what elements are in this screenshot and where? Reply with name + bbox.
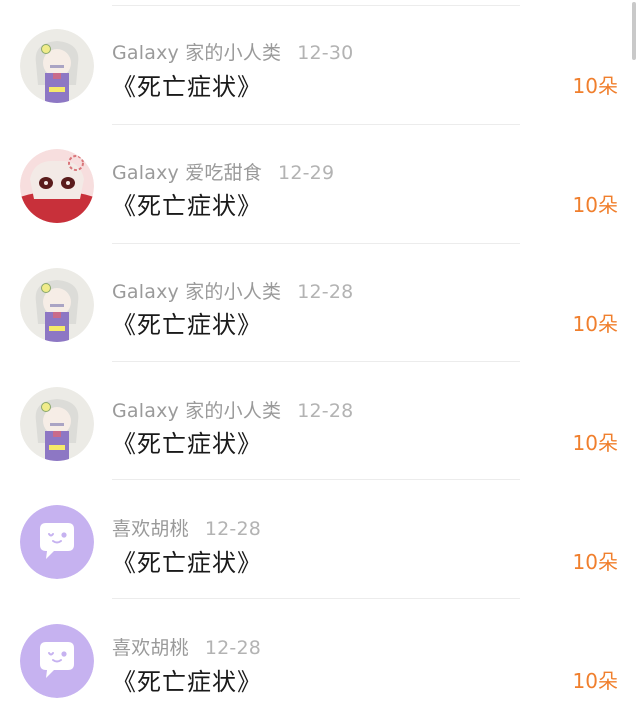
- sender-name[interactable]: Galaxy 家的小人类: [112, 281, 281, 303]
- list-item[interactable]: 喜欢胡桃 12-28 《死亡症状》 10朵: [0, 476, 640, 599]
- gift-amount: 10朵: [572, 74, 618, 98]
- sender-name[interactable]: Galaxy 家的小人类: [112, 400, 281, 422]
- girl-avatar[interactable]: [20, 387, 94, 461]
- sender-name[interactable]: 喜欢胡桃: [112, 518, 189, 540]
- work-title[interactable]: 《死亡症状》: [112, 424, 262, 459]
- gift-amount: 10朵: [572, 193, 618, 217]
- girl-avatar[interactable]: [20, 29, 94, 103]
- work-title[interactable]: 《死亡症状》: [112, 543, 262, 578]
- gift-date: 12-28: [204, 518, 262, 540]
- sender-meta: 喜欢胡桃 12-28: [112, 633, 261, 660]
- sweets-avatar[interactable]: [20, 149, 94, 223]
- gift-date: 12-28: [204, 637, 262, 659]
- work-title[interactable]: 《死亡症状》: [112, 67, 262, 102]
- list-item[interactable]: 喜欢胡桃 12-28 《死亡症状》 10朵: [0, 595, 640, 714]
- sender-name[interactable]: Galaxy 爱吃甜食: [112, 162, 262, 184]
- sender-meta: Galaxy 爱吃甜食 12-29: [112, 158, 334, 185]
- gift-amount: 10朵: [572, 431, 618, 455]
- list-item[interactable]: Galaxy 爱吃甜食 12-29 《死亡症状》 10朵: [0, 119, 640, 244]
- work-title[interactable]: 《死亡症状》: [112, 662, 262, 697]
- list-item[interactable]: Galaxy 家的小人类 12-28 《死亡症状》 10朵: [0, 238, 640, 362]
- work-title[interactable]: 《死亡症状》: [112, 186, 262, 221]
- scrollbar[interactable]: [632, 2, 636, 60]
- gift-date: 12-28: [297, 281, 354, 303]
- gift-list: Galaxy 家的小人类 12-30 《死亡症状》 10朵 Galaxy 爱吃甜食…: [0, 0, 640, 714]
- sender-meta: Galaxy 家的小人类 12-28: [112, 277, 353, 304]
- gift-date: 12-28: [297, 400, 354, 422]
- list-item[interactable]: Galaxy 家的小人类 12-28 《死亡症状》 10朵: [0, 357, 640, 480]
- chat-bubble-avatar[interactable]: [20, 505, 94, 579]
- girl-avatar[interactable]: [20, 268, 94, 342]
- sender-meta: 喜欢胡桃 12-28: [112, 514, 261, 541]
- sender-name[interactable]: Galaxy 家的小人类: [112, 42, 281, 64]
- sender-meta: Galaxy 家的小人类 12-28: [112, 396, 353, 423]
- work-title[interactable]: 《死亡症状》: [112, 305, 262, 340]
- gift-date: 12-29: [278, 162, 335, 184]
- chat-bubble-avatar[interactable]: [20, 624, 94, 698]
- list-item[interactable]: Galaxy 家的小人类 12-30 《死亡症状》 10朵: [0, 0, 640, 125]
- gift-amount: 10朵: [572, 550, 618, 574]
- gift-amount: 10朵: [572, 312, 618, 336]
- sender-meta: Galaxy 家的小人类 12-30: [112, 38, 353, 65]
- gift-amount: 10朵: [572, 669, 618, 693]
- gift-date: 12-30: [297, 42, 354, 64]
- sender-name[interactable]: 喜欢胡桃: [112, 637, 189, 659]
